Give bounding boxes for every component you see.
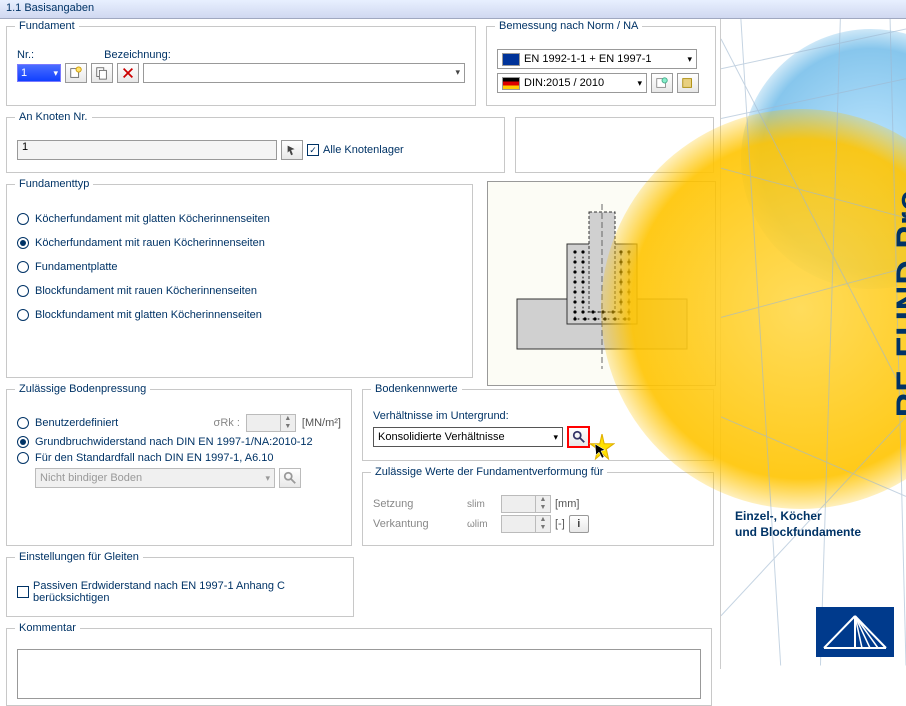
sidebar-branding: RF-FUND Pro Einzel-, Köcher und Blockfun… [720,19,906,669]
verhaeltnis-select[interactable]: Konsolidierte Verhältnisse [373,427,563,447]
ftyp-option-0[interactable]: Köcherfundament mit glatten Köcherinnens… [17,213,462,225]
na-select[interactable]: DIN:2015 / 2010 [497,73,647,93]
bez-label: Bezeichnung: [104,49,171,61]
passiver-erdwiderstand-label: Passiven Erdwiderstand nach EN 1997-1 An… [33,580,333,604]
sigma-label: σRk : [214,417,240,429]
knoten-input[interactable]: 1 [17,140,277,160]
kommentar-group: Kommentar [6,628,712,706]
nr-label: Nr.: [17,49,34,61]
fundamenttyp-group: Fundamenttyp Köcherfundament mit glatten… [6,184,473,378]
passiver-erdwiderstand-checkbox[interactable]: Passiven Erdwiderstand nach EN 1997-1 An… [17,580,343,604]
ftyp-option-3[interactable]: Blockfundament mit rauen Köcherinnenseit… [17,285,462,297]
nr-dropdown[interactable]: 1 [17,64,61,82]
alle-knotenlager-label: Alle Knotenlager [323,144,404,156]
bodenkennwerte-group-title: Bodenkennwerte [371,383,462,395]
boden-option-benutzer[interactable]: Benutzerdefiniert σRk : ▲▼ [MN/m²] [17,414,341,432]
gleiten-group: Einstellungen für Gleiten Passiven Erdwi… [6,557,354,617]
kommentar-input[interactable] [17,649,701,699]
knoten-group-title: An Knoten Nr. [15,111,92,123]
kommentar-group-title: Kommentar [15,622,80,634]
bodenpressung-group: Zulässige Bodenpressung Benutzerdefinier… [6,389,352,546]
verhaeltnis-details-button[interactable] [567,426,590,448]
fundamentverformung-group-title: Zulässige Werte der Fundamentverformung … [371,466,607,478]
boden-type-select: Nicht bindiger Boden [35,468,275,488]
sigma-unit: [MN/m²] [302,417,341,429]
setzung-input: ▲▼ [501,495,551,513]
pick-node-icon[interactable] [281,140,303,160]
norm-select[interactable]: EN 1992-1-1 + EN 1997-1 [497,49,697,69]
ftyp-option-2[interactable]: Fundamentplatte [17,261,462,273]
window-title: 1.1 Basisangaben [0,0,906,19]
setzung-label: Setzung [373,498,463,510]
fundamentverformung-group: Zulässige Werte der Fundamentverformung … [362,472,714,546]
cursor-icon [593,442,609,458]
knoten-group: An Knoten Nr. 1 ✓ Alle Knotenlager [6,117,505,173]
fundament-group: Fundament Nr.: Bezeichnung: 1 [6,26,476,106]
brand-subtitle: Einzel-, Köcher und Blockfundamente [735,509,861,540]
brand-name: RF-FUND Pro [890,189,906,417]
delete-icon[interactable] [117,63,139,83]
verkantung-input: ▲▼ [501,515,551,533]
fundament-group-title: Fundament [15,20,79,32]
na-settings-icon[interactable] [677,73,699,93]
bezeichnung-input[interactable] [143,63,465,83]
boden-option-std[interactable]: Für den Standardfall nach DIN EN 1997-1,… [17,452,341,464]
na-book-icon[interactable] [651,73,673,93]
bemessung-group-title: Bemessung nach Norm / NA [495,20,642,32]
verkantung-sym: ωlim [467,519,497,530]
sigma-input: ▲▼ [246,414,296,432]
new-icon[interactable] [65,63,87,83]
boden-option-din[interactable]: Grundbruchwiderstand nach DIN EN 1997-1/… [17,436,341,448]
copy-icon[interactable] [91,63,113,83]
setzung-sym: slim [467,499,497,510]
alle-knotenlager-checkbox[interactable]: ✓ Alle Knotenlager [307,144,404,156]
gleiten-group-title: Einstellungen für Gleiten [15,551,143,563]
info-icon[interactable]: i [569,515,589,533]
verkantung-unit: [-] [555,518,565,530]
ftyp-option-1[interactable]: Köcherfundament mit rauen Köcherinnensei… [17,237,462,249]
verkantung-label: Verkantung [373,518,463,530]
bemessung-group: Bemessung nach Norm / NA EN 1992-1-1 + E… [486,26,716,106]
ftyp-option-4[interactable]: Blockfundament mit glatten Köcherinnense… [17,309,462,321]
dlubal-logo [816,607,894,657]
fundamenttyp-group-title: Fundamenttyp [15,178,93,190]
bodenpressung-group-title: Zulässige Bodenpressung [15,383,150,395]
boden-details-icon [279,468,301,488]
setzung-unit: [mm] [555,498,579,510]
